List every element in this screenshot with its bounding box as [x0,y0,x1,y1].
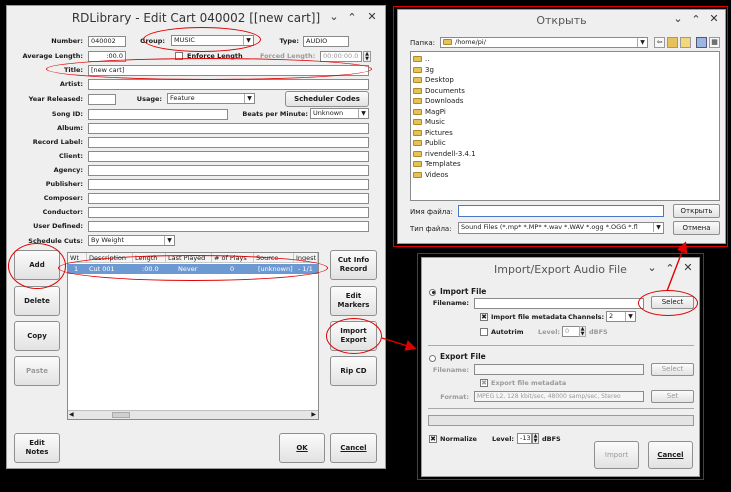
arrow-select [666,241,688,292]
arrow-import-export [381,337,417,351]
annotation-arrows [381,241,688,351]
